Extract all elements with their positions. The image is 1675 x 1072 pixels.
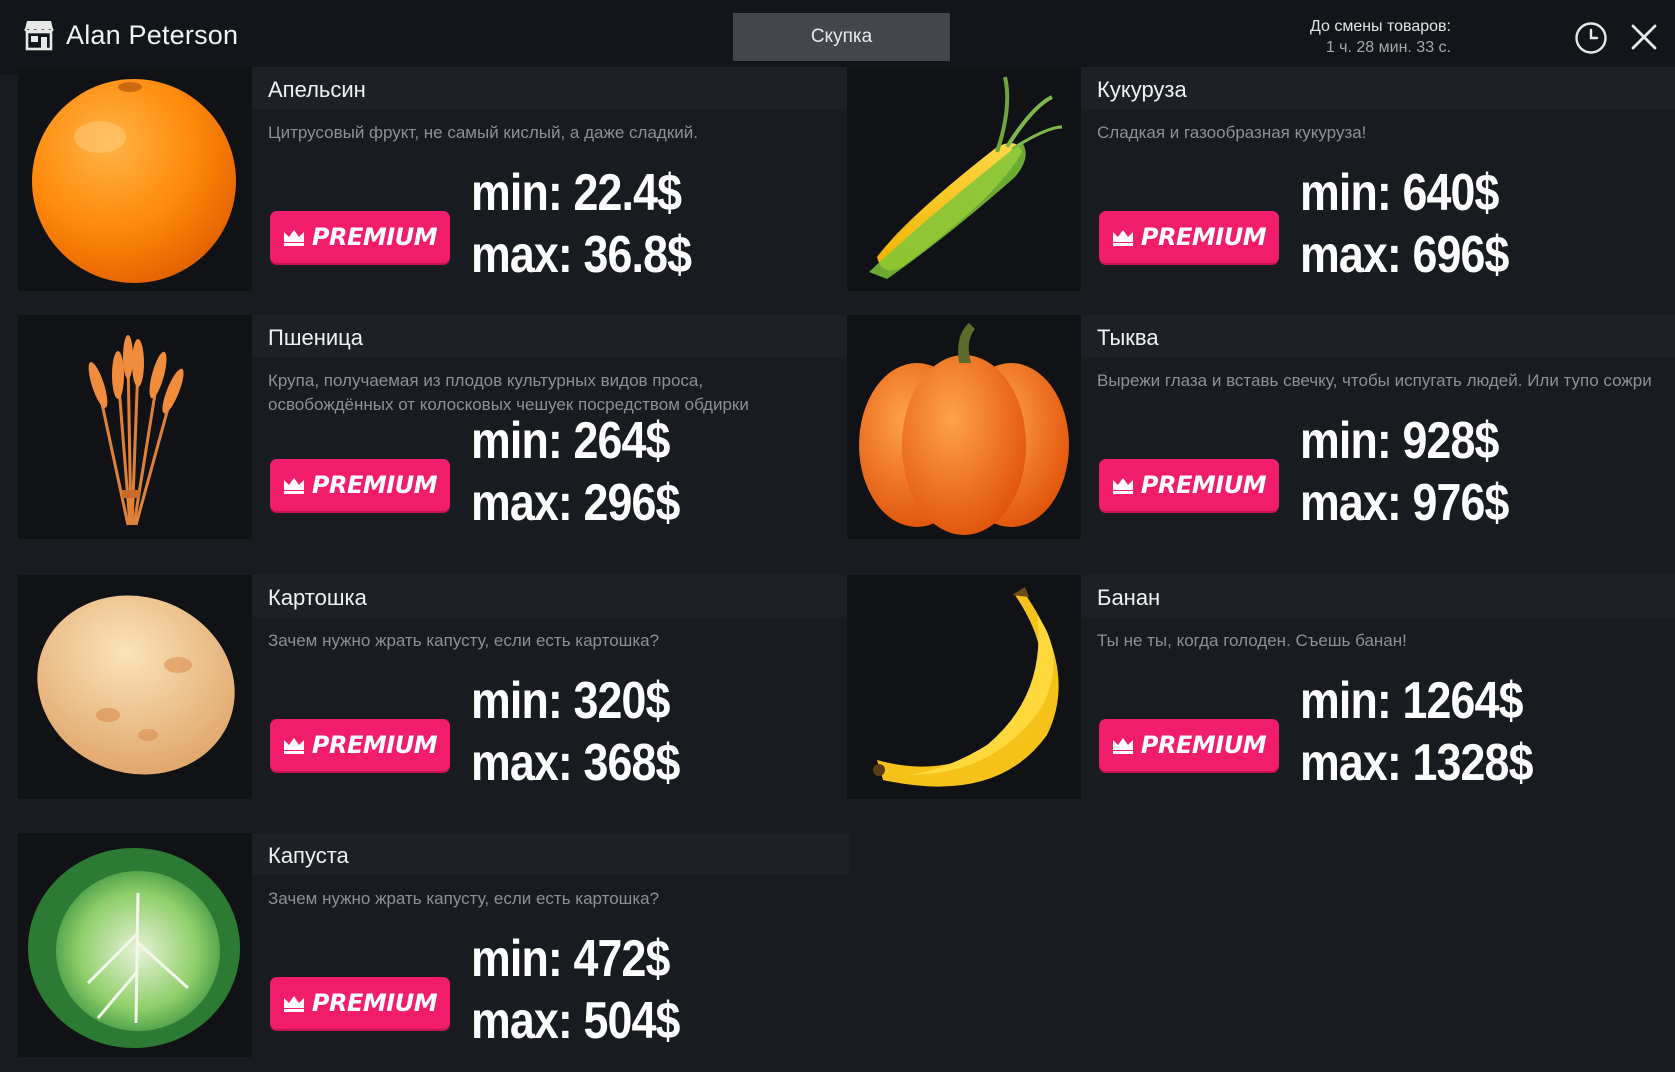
crown-icon	[283, 737, 304, 754]
timer-value: 1 ч. 28 мин. 33 с.	[1325, 39, 1451, 56]
wheat-icon	[88, 335, 184, 526]
item-description: Зачем нужно жрать капусту, если есть кар…	[268, 889, 660, 908]
crown-icon	[283, 995, 304, 1012]
header-bar: Alan Peterson Скупка До смены товаров: 1…	[0, 0, 1675, 75]
premium-badge[interactable]: PREMIUM	[1099, 459, 1279, 511]
item-title-bar: Апельсин	[252, 67, 850, 109]
max-price: max: 368$	[471, 734, 680, 792]
crown-icon	[283, 477, 304, 494]
item-name: Кукуруза	[1097, 77, 1187, 102]
premium-label: PREMIUM	[1140, 471, 1267, 499]
item-name: Апельсин	[268, 77, 366, 102]
max-price: max: 696$	[1300, 226, 1509, 284]
item-description: Сладкая и газообразная кукуруза!	[1097, 123, 1367, 142]
item-title-bar: Банан	[1081, 575, 1675, 617]
orange-image	[18, 67, 252, 291]
item-description: Ты не ты, когда голоден. Съешь банан!	[1097, 631, 1407, 650]
cabbage-icon	[28, 848, 240, 1048]
min-price: min: 320$	[471, 672, 670, 730]
banana-image	[847, 575, 1081, 799]
item-description: Цитрусовый фрукт, не самый кислый, а даж…	[268, 123, 698, 142]
item-title-bar: Кукуруза	[1081, 67, 1675, 109]
item-name: Капуста	[268, 843, 349, 868]
item-name: Банан	[1097, 585, 1161, 610]
item-description: Крупа, получаемая из плодов культурных в…	[268, 371, 749, 414]
premium-badge[interactable]: PREMIUM	[270, 211, 450, 263]
timer-label: До смены товаров:	[1309, 18, 1451, 35]
min-price: min: 928$	[1300, 412, 1499, 470]
potato-image	[18, 575, 252, 799]
corn-icon	[869, 76, 1063, 279]
min-price: min: 472$	[471, 930, 670, 988]
max-price: max: 36.8$	[471, 226, 692, 284]
pumpkin-icon	[859, 323, 1069, 535]
premium-badge[interactable]: PREMIUM	[270, 719, 450, 771]
corn-image	[847, 67, 1081, 291]
item-title-bar: Пшеница	[252, 315, 850, 357]
restock-timer: До смены товаров: 1 ч. 28 мин. 33 с.	[1310, 16, 1451, 58]
crown-icon	[1112, 737, 1133, 754]
shop-icon	[24, 21, 54, 51]
premium-label: PREMIUM	[311, 731, 438, 759]
item-title-bar: Картошка	[252, 575, 850, 617]
item-title-bar: Тыква	[1081, 315, 1675, 357]
item-description: Зачем нужно жрать капусту, если есть кар…	[268, 631, 660, 650]
max-price: max: 976$	[1300, 474, 1509, 532]
max-price: max: 1328$	[1300, 734, 1533, 792]
item-description: Вырежи глаза и вставь свечку, чтобы испу…	[1097, 371, 1652, 390]
min-price: min: 640$	[1300, 164, 1499, 222]
item-title-bar: Капуста	[252, 833, 850, 875]
premium-badge[interactable]: PREMIUM	[1099, 211, 1279, 263]
crown-icon	[1112, 477, 1133, 494]
banana-icon	[873, 587, 1059, 787]
brand: Alan Peterson	[24, 19, 238, 51]
max-price: max: 296$	[471, 474, 680, 532]
close-icon[interactable]	[1630, 23, 1658, 51]
item-name: Пшеница	[268, 325, 363, 350]
min-price: min: 22.4$	[471, 164, 682, 222]
min-price: min: 1264$	[1300, 672, 1523, 730]
pumpkin-image	[847, 315, 1081, 539]
premium-label: PREMIUM	[311, 471, 438, 499]
premium-label: PREMIUM	[311, 223, 438, 251]
premium-badge[interactable]: PREMIUM	[270, 459, 450, 511]
premium-badge[interactable]: PREMIUM	[1099, 719, 1279, 771]
potato-icon	[37, 595, 235, 775]
cabbage-image	[18, 833, 252, 1057]
premium-badge[interactable]: PREMIUM	[270, 977, 450, 1029]
user-name: Alan Peterson	[66, 19, 239, 50]
max-price: max: 504$	[471, 992, 680, 1050]
clock-icon	[1575, 22, 1607, 54]
premium-label: PREMIUM	[1140, 731, 1267, 759]
item-name: Тыква	[1097, 325, 1159, 350]
crown-icon	[283, 229, 304, 246]
item-name: Картошка	[268, 585, 367, 610]
wheat-image	[18, 315, 252, 539]
shop-window: Alan Peterson Скупка До смены товаров: 1…	[0, 0, 1675, 1072]
orange-icon	[32, 79, 236, 283]
tab-buyback[interactable]: Скупка	[733, 13, 950, 61]
premium-label: PREMIUM	[311, 989, 438, 1017]
crown-icon	[1112, 229, 1133, 246]
premium-label: PREMIUM	[1140, 223, 1267, 251]
min-price: min: 264$	[471, 412, 670, 470]
